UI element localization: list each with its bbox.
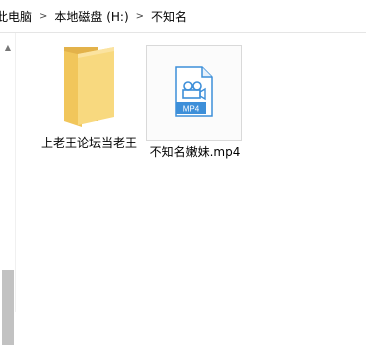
breadcrumb-local-disk[interactable]: 本地磁盘 (H:): [52, 8, 130, 25]
mp4-file-icon: MP4: [175, 66, 213, 117]
breadcrumb-separator[interactable]: >: [131, 11, 149, 22]
address-bar[interactable]: 此电脑 > 本地磁盘 (H:) > 不知名: [0, 0, 366, 33]
breadcrumb-current-folder[interactable]: 不知名: [149, 8, 189, 25]
file-name: 不知名嫩妹.mp4: [149, 145, 241, 159]
file-list-view[interactable]: 上老王论坛当老王 MP4 不知名嫩妹.mp4: [16, 33, 366, 312]
folder-item[interactable]: 上老王论坛当老王: [41, 45, 137, 151]
scroll-up-arrow-icon[interactable]: ▲: [3, 43, 13, 53]
folder-name: 上老王论坛当老王: [41, 136, 138, 150]
mp4-badge-text: MP4: [183, 105, 200, 114]
navigation-pane[interactable]: ▲: [0, 33, 16, 345]
file-item[interactable]: MP4 不知名嫩妹.mp4: [146, 45, 242, 159]
folder-icon: [64, 47, 114, 127]
scrollbar-thumb[interactable]: [2, 270, 14, 345]
breadcrumb-separator[interactable]: >: [34, 11, 52, 22]
breadcrumb-this-pc[interactable]: 此电脑: [0, 8, 34, 25]
